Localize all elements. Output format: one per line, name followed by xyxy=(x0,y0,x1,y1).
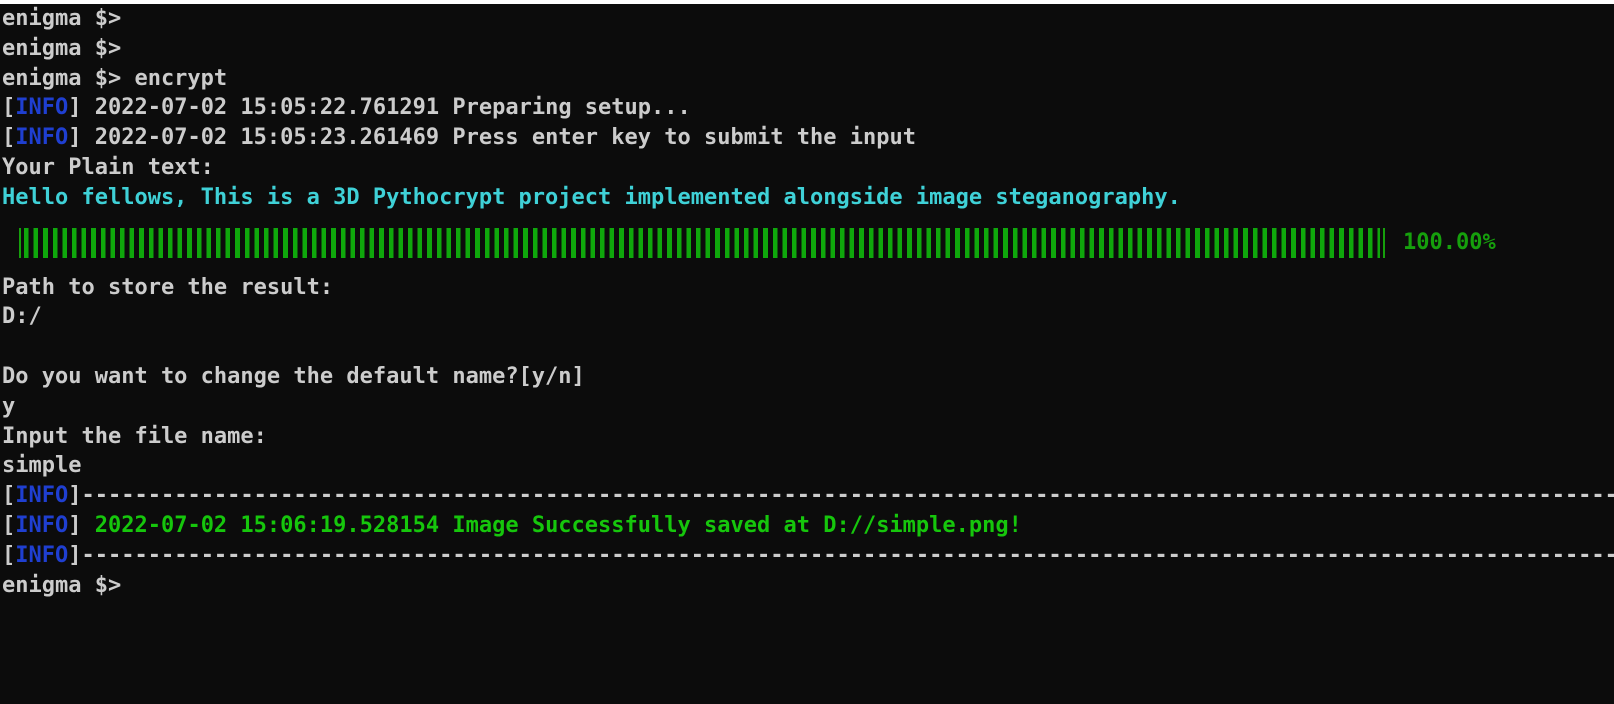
success-message: 2022-07-02 15:06:19.528154 Image Success… xyxy=(81,512,1022,538)
info-tag: INFO xyxy=(15,542,69,568)
separator-dashes: ----------------------------------------… xyxy=(81,542,1614,568)
progress-bar-right-edge xyxy=(1383,227,1385,258)
log-timestamp: 2022-07-02 15:05:22.761291 xyxy=(81,95,453,121)
log-timestamp: 2022-07-02 15:05:23.261469 xyxy=(81,125,453,151)
log-separator: [INFO]----------------------------------… xyxy=(0,541,1614,571)
filename-label: Input the file name: xyxy=(2,423,267,449)
path-label: Path to store the result: xyxy=(2,274,334,300)
rename-answer: y xyxy=(2,393,16,419)
progress-bar: 100.00% xyxy=(19,227,1496,258)
progress-bar-left-edge xyxy=(19,227,21,258)
bracket-open: [ xyxy=(2,125,16,151)
terminal-window[interactable]: enigma $> enigma $> enigma $> encrypt [I… xyxy=(0,4,1614,704)
prompt-line-active[interactable]: enigma $> xyxy=(0,571,1614,601)
bracket-close: ] xyxy=(68,125,82,151)
log-message: Press enter key to submit the input xyxy=(452,125,916,151)
bracket-close: ] xyxy=(68,512,82,538)
bracket-open: [ xyxy=(2,512,16,538)
bracket-open: [ xyxy=(2,95,16,121)
prompt: enigma $> xyxy=(2,572,122,598)
rename-question: Do you want to change the default name?[… xyxy=(2,363,585,389)
log-message: Preparing setup... xyxy=(452,95,691,121)
log-separator: [INFO]----------------------------------… xyxy=(0,481,1614,511)
info-tag: INFO xyxy=(15,512,69,538)
prompt-line: enigma $> xyxy=(2,35,122,61)
info-tag: INFO xyxy=(15,95,69,121)
progress-row: 100.00% xyxy=(0,213,1614,273)
bracket-close: ] xyxy=(68,95,82,121)
separator-dashes: ----------------------------------------… xyxy=(81,483,1614,509)
bracket-open: [ xyxy=(2,542,16,568)
plain-text-value: Hello fellows, This is a 3D Pythocrypt p… xyxy=(2,184,1181,210)
progress-percent: 100.00% xyxy=(1403,230,1496,256)
filename-value: simple xyxy=(2,453,82,479)
bracket-open: [ xyxy=(2,483,16,509)
info-tag: INFO xyxy=(15,483,69,509)
log-line-info: [INFO] 2022-07-02 15:05:22.761291 Prepar… xyxy=(0,93,1614,123)
log-line-info: [INFO] 2022-07-02 15:05:23.261469 Press … xyxy=(0,123,1614,153)
log-line-success: [INFO] 2022-07-02 15:06:19.528154 Image … xyxy=(0,511,1614,541)
bracket-close: ] xyxy=(68,542,82,568)
progress-bar-fill xyxy=(24,227,1380,258)
plain-text-label: Your Plain text: xyxy=(2,154,214,180)
prompt-line: enigma $> xyxy=(2,6,122,31)
command-line: enigma $> encrypt xyxy=(2,65,228,91)
bracket-close: ] xyxy=(68,483,82,509)
info-tag: INFO xyxy=(15,125,69,151)
path-value: D:/ xyxy=(2,304,42,330)
